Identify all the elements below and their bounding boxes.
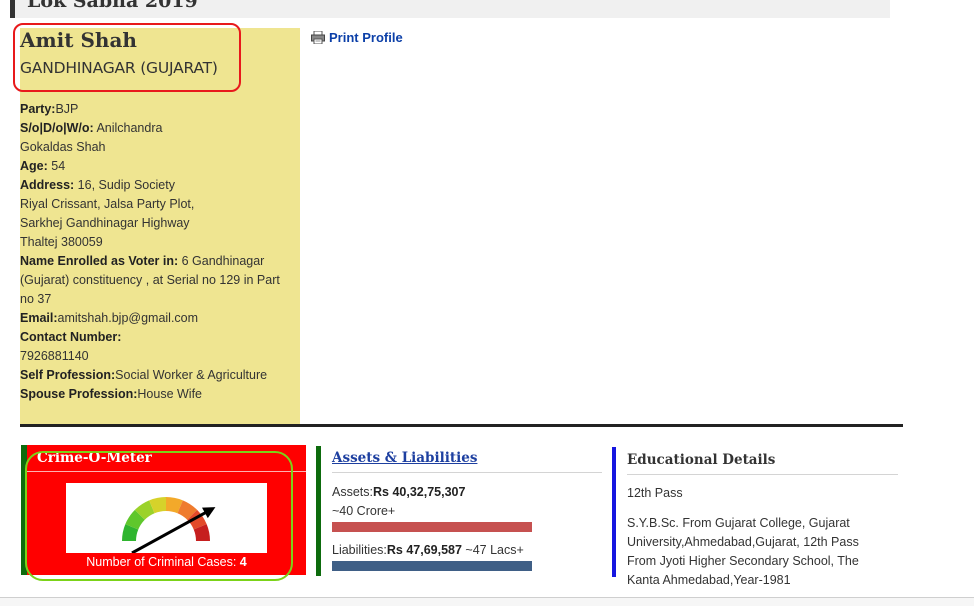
address-row: Address: 16, Sudip Society bbox=[20, 176, 300, 195]
relation-row-cont: Gokaldas Shah bbox=[20, 140, 106, 154]
spouse-row: Spouse Profession:House Wife bbox=[20, 385, 300, 404]
spouse-value: House Wife bbox=[137, 387, 202, 401]
voter-value: 6 Gandhinagar bbox=[178, 254, 265, 268]
address-value: 16, Sudip Society bbox=[74, 178, 175, 192]
assets-approx: ~40 Crore+ bbox=[332, 504, 396, 518]
spouse-label: Spouse Profession: bbox=[20, 387, 138, 401]
education-detail-line: From Jyoti Higher Secondary School, The bbox=[627, 554, 859, 568]
age-label: Age: bbox=[20, 159, 48, 173]
assets-bar bbox=[332, 522, 532, 532]
email-row: Email:amitshah.bjp@gmail.com bbox=[20, 309, 300, 328]
education-detail-line: S.Y.B.Sc. From Gujarat College, Gujarat bbox=[627, 516, 850, 530]
email-label: Email: bbox=[20, 311, 58, 325]
relation-value: Anilchandra bbox=[93, 121, 163, 135]
address-line: Riyal Crissant, Jalsa Party Plot, bbox=[20, 197, 195, 211]
crime-highlight-outline bbox=[25, 451, 293, 581]
age-row: Age: 54 bbox=[20, 157, 300, 176]
section-header: Lok Sabha 2019 bbox=[10, 0, 890, 18]
party-label: Party: bbox=[20, 102, 56, 116]
section-title: Lok Sabha 2019 bbox=[27, 0, 198, 12]
party-row: Party:BJP bbox=[20, 100, 300, 119]
assets-label: Assets: bbox=[332, 485, 373, 499]
profession-value: Social Worker & Agriculture bbox=[115, 368, 268, 382]
print-profile-label: Print Profile bbox=[329, 30, 403, 45]
assets-row: Assets:Rs 40,32,75,307 bbox=[332, 485, 465, 499]
voter-line: no 37 bbox=[20, 292, 52, 306]
liabilities-bar bbox=[332, 561, 532, 571]
education-detail: S.Y.B.Sc. From Gujarat College, Gujarat … bbox=[627, 514, 897, 590]
education-title-underline bbox=[627, 474, 898, 475]
liabilities-approx: ~47 Lacs+ bbox=[461, 543, 524, 557]
age-value: 54 bbox=[47, 159, 66, 173]
education-summary: 12th Pass bbox=[627, 486, 683, 500]
printer-icon bbox=[311, 30, 325, 45]
name-highlight-outline bbox=[13, 23, 241, 92]
relation-row: S/o|D/o|W/o: Anilchandra bbox=[20, 119, 300, 138]
voter-label: Name Enrolled as Voter in: bbox=[20, 254, 179, 268]
contact-row: Contact Number: bbox=[20, 328, 300, 347]
assets-liabilities-panel: Assets & Liabilities Assets:Rs 40,32,75,… bbox=[316, 446, 602, 576]
education-title: Educational Details bbox=[627, 452, 776, 468]
education-detail-line: Kanta Ahmedabad,Year-1981 bbox=[627, 573, 791, 587]
address-line: Thaltej 380059 bbox=[20, 235, 103, 249]
contact-label: Contact Number: bbox=[20, 330, 122, 344]
voter-line: (Gujarat) constituency , at Serial no 12… bbox=[20, 273, 280, 287]
assets-liabilities-link[interactable]: Assets & Liabilities bbox=[332, 450, 477, 466]
liabilities-label: Liabilities: bbox=[332, 543, 387, 557]
address-label: Address: bbox=[20, 178, 75, 192]
education-detail-line: University,Ahmedabad,Gujarat, 12th Pass bbox=[627, 535, 859, 549]
liabilities-row: Liabilities:Rs 47,69,587 ~47 Lacs+ bbox=[332, 543, 524, 557]
relation-label: S/o|D/o|W/o: bbox=[20, 121, 94, 135]
candidate-details: Party:BJP S/o|D/o|W/o: Anilchandra Gokal… bbox=[20, 100, 300, 404]
contact-value: 7926881140 bbox=[20, 349, 89, 363]
party-value: BJP bbox=[55, 102, 79, 116]
liabilities-value: Rs 47,69,587 bbox=[386, 543, 462, 557]
address-line: Sarkhej Gandhinagar Highway bbox=[20, 216, 190, 230]
profession-row: Self Profession:Social Worker & Agricult… bbox=[20, 366, 300, 385]
section-divider bbox=[20, 424, 903, 427]
print-profile-link[interactable]: Print Profile bbox=[311, 30, 403, 45]
email-value: amitshah.bjp@gmail.com bbox=[57, 311, 199, 325]
assets-value: Rs 40,32,75,307 bbox=[373, 485, 466, 499]
voter-row: Name Enrolled as Voter in: 6 Gandhinagar bbox=[20, 252, 300, 271]
educational-details-panel: Educational Details 12th Pass S.Y.B.Sc. … bbox=[612, 447, 898, 587]
profession-label: Self Profession: bbox=[20, 368, 116, 382]
assets-title-underline bbox=[332, 472, 602, 473]
